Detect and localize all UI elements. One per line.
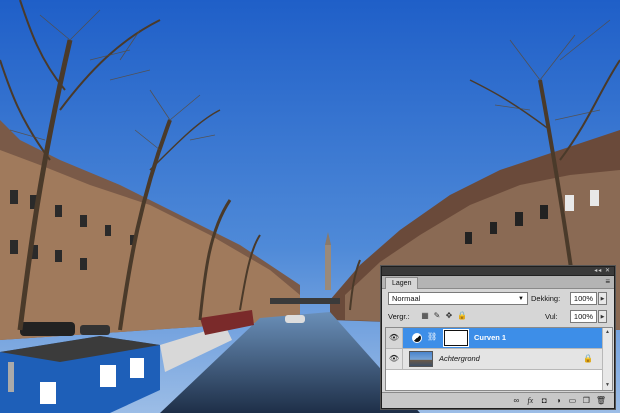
lock-transparency-icon[interactable]: ▦ — [421, 311, 429, 321]
adjustment-icon[interactable]: ◑ — [554, 395, 563, 407]
layers-panel: ◂◂ ✕ Lagen ≡ Normaal ▼ Dekking: 100% ▶ V… — [381, 266, 615, 409]
curves-adjustment-icon — [412, 333, 422, 343]
layer-row-background[interactable]: 👁 Achtergrond 🔒 — [386, 349, 603, 370]
layer-row-curves[interactable]: 👁 ⛓ Curven 1 — [386, 328, 603, 349]
tab-lagen[interactable]: Lagen — [385, 277, 419, 289]
blend-mode-select[interactable]: Normaal ▼ — [388, 292, 528, 305]
church-tower — [325, 245, 331, 290]
layer-thumbnail — [409, 351, 433, 367]
lock-label: Vergr.: — [388, 312, 410, 321]
scroll-down-icon[interactable]: ▼ — [604, 382, 611, 389]
fx-icon[interactable]: fx — [526, 395, 535, 407]
scroll-up-icon[interactable]: ▲ — [604, 329, 611, 336]
lock-icon: 🔒 — [583, 354, 593, 363]
lock-brush-icon[interactable]: ✎ — [433, 311, 441, 321]
new-layer-icon[interactable]: ❐ — [582, 395, 591, 407]
dropdown-arrow-icon: ▼ — [518, 296, 524, 302]
layers-scrollbar[interactable]: ▲ ▼ — [602, 328, 612, 390]
panel-tab-bar: Lagen ≡ — [382, 276, 614, 289]
eye-icon[interactable]: 👁 — [386, 349, 403, 369]
bridge — [270, 298, 340, 304]
opacity-stepper-button[interactable]: ▶ — [598, 292, 607, 305]
lock-row: Vergr.: ▦ ✎ ✥ 🔒 Vul: 100% ▶ — [388, 310, 610, 324]
group-icon[interactable]: ▭ — [568, 395, 577, 407]
panel-menu-icon[interactable]: ≡ — [605, 278, 610, 286]
layers-list: 👁 ⛓ Curven 1 👁 Achtergrond 🔒 ▲ ▼ — [385, 327, 613, 391]
opacity-label: Dekking: — [531, 294, 561, 303]
layer-name: Achtergrond — [439, 354, 480, 363]
lock-move-icon[interactable]: ✥ — [445, 311, 453, 321]
fill-input[interactable]: 100% — [570, 310, 597, 323]
trash-icon[interactable]: 🗑 — [596, 395, 606, 407]
blend-mode-value: Normaal — [392, 294, 421, 303]
panel-bottom-toolbar: ∞ fx ◘ ◑ ▭ ❐ 🗑 — [382, 392, 614, 408]
layer-name: Curven 1 — [474, 333, 507, 342]
fill-stepper-button[interactable]: ▶ — [598, 310, 607, 323]
panel-title-bar[interactable]: ◂◂ ✕ — [382, 267, 614, 276]
layer-mask-thumbnail[interactable] — [444, 330, 468, 346]
opacity-input[interactable]: 100% — [570, 292, 597, 305]
lock-all-icon[interactable]: 🔒 — [457, 311, 467, 321]
fill-label: Vul: — [545, 312, 558, 321]
collapse-close-icons[interactable]: ◂◂ ✕ — [594, 268, 611, 275]
car — [80, 325, 110, 335]
link-icon[interactable]: ∞ — [512, 395, 521, 407]
boat — [285, 315, 305, 323]
car — [20, 322, 75, 336]
blend-row: Normaal ▼ Dekking: 100% ▶ — [388, 292, 610, 306]
chain-link-icon[interactable]: ⛓ — [427, 332, 437, 341]
mask-icon[interactable]: ◘ — [540, 395, 549, 407]
eye-icon[interactable]: 👁 — [386, 328, 403, 348]
